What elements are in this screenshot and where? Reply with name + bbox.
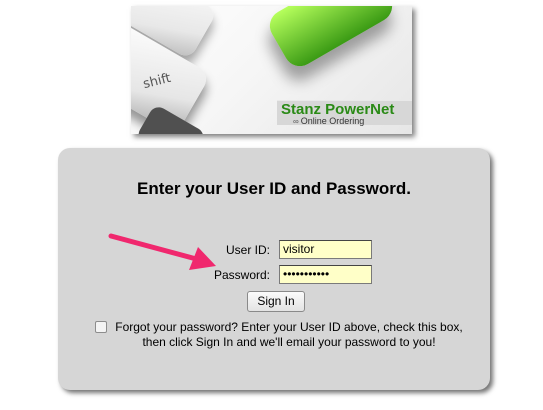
brand-subtitle: Online Ordering (300, 116, 365, 126)
forgot-password-text: Forgot your password? Enter your User ID… (108, 320, 470, 350)
forgot-password-line2: then click Sign In and we'll email your … (142, 335, 436, 349)
login-panel: Enter your User ID and Password. User ID… (58, 148, 490, 390)
sign-in-button[interactable]: Sign In (247, 291, 305, 312)
brand-banner: shift Stanz PowerNet ∞ Online Ordering (131, 6, 412, 134)
forgot-password-line1: Forgot your password? Enter your User ID… (115, 320, 463, 334)
brand-subtitle-line: ∞ Online Ordering (293, 116, 364, 126)
login-heading: Enter your User ID and Password. (137, 179, 411, 198)
user-id-label: User ID: (225, 243, 270, 257)
infinity-dots-icon: ∞ (293, 117, 299, 126)
password-input[interactable]: ••••••••••• (279, 265, 372, 284)
password-label: Password: (213, 268, 270, 282)
user-id-input[interactable]: visitor (279, 240, 372, 259)
forgot-password-checkbox[interactable] (95, 321, 107, 333)
green-key-graphic (264, 6, 398, 72)
